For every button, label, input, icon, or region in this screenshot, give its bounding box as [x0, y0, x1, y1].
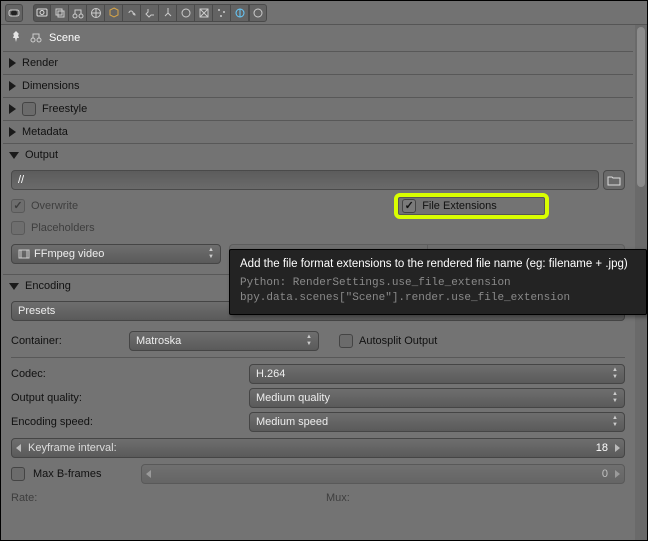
placeholders-label: Placeholders: [31, 222, 95, 234]
scene-tab-icon[interactable]: [69, 4, 87, 22]
autosplit-label: Autosplit Output: [359, 335, 437, 347]
panel-title: Output: [25, 149, 58, 161]
quality-label: Output quality:: [11, 392, 241, 404]
overwrite-checkbox[interactable]: [11, 199, 25, 213]
container-value: Matroska: [136, 335, 181, 347]
scene-icon: [29, 30, 43, 47]
world-tab-icon[interactable]: [87, 4, 105, 22]
grid-tab-icon[interactable]: [249, 4, 267, 22]
keyframe-interval-field[interactable]: Keyframe interval: 18: [11, 438, 625, 458]
object-tab-icon[interactable]: [105, 4, 123, 22]
disclosure-triangle-icon: [9, 58, 16, 68]
panel-header-metadata[interactable]: Metadata: [3, 121, 633, 143]
max-bframes-field[interactable]: 0: [141, 464, 625, 484]
panel-title: Dimensions: [22, 80, 79, 92]
material-tab-icon[interactable]: [177, 4, 195, 22]
panel-title: Render: [22, 57, 58, 69]
tooltip-python-line1: Python: RenderSettings.use_file_extensio…: [240, 276, 636, 291]
file-extensions-label: File Extensions: [422, 200, 497, 212]
particles-tab-icon[interactable]: [213, 4, 231, 22]
file-format-select[interactable]: FFmpeg video: [11, 244, 221, 264]
texture-tab-icon[interactable]: [195, 4, 213, 22]
speed-label: Encoding speed:: [11, 416, 241, 428]
output-path-input[interactable]: //: [11, 170, 599, 190]
panel-dimensions: Dimensions: [3, 74, 633, 97]
container-select[interactable]: Matroska: [129, 331, 319, 351]
panel-header-output[interactable]: Output: [3, 144, 633, 166]
presets-label: Presets: [18, 305, 55, 317]
freestyle-enable-checkbox[interactable]: [22, 102, 36, 116]
tooltip-python-line2: bpy.data.scenes["Scene"].render.use_file…: [240, 291, 636, 306]
quality-select[interactable]: Medium quality: [249, 388, 625, 408]
speed-value: Medium speed: [256, 416, 328, 428]
panel-render: Render: [3, 51, 633, 74]
disclosure-triangle-icon: [9, 283, 19, 290]
codec-select[interactable]: H.264: [249, 364, 625, 384]
container-label: Container:: [11, 335, 121, 347]
panel-freestyle: Freestyle: [3, 97, 633, 120]
constraint-tab-icon[interactable]: [123, 4, 141, 22]
file-browser-button[interactable]: [603, 170, 625, 190]
quality-value: Medium quality: [256, 392, 330, 404]
rate-label: Rate:: [11, 492, 37, 504]
panel-title: Metadata: [22, 126, 68, 138]
folder-icon: [607, 173, 621, 187]
physics-tab-icon[interactable]: [231, 4, 249, 22]
max-bframes-value: 0: [602, 468, 608, 480]
updown-icon: [302, 333, 316, 349]
autosplit-checkbox[interactable]: [339, 334, 353, 348]
panel-metadata: Metadata: [3, 120, 633, 143]
codec-value: H.264: [256, 368, 285, 380]
mux-label: Mux:: [326, 492, 350, 504]
context-tab-bar: [1, 1, 647, 25]
file-format-value: FFmpeg video: [34, 248, 104, 260]
scene-name[interactable]: Scene: [49, 32, 80, 44]
overwrite-label: Overwrite: [31, 200, 78, 212]
disclosure-triangle-icon: [9, 104, 16, 114]
app-window: Scene Render Dimensions Freestyle: [0, 0, 648, 541]
overwrite-checkbox-row: Overwrite: [11, 199, 318, 213]
speed-select[interactable]: Medium speed: [249, 412, 625, 432]
codec-label: Codec:: [11, 368, 241, 380]
panel-header-freestyle[interactable]: Freestyle: [3, 98, 633, 120]
max-bframes-checkbox[interactable]: [11, 467, 25, 481]
layers-tab-icon[interactable]: [51, 4, 69, 22]
disclosure-triangle-icon: [9, 127, 16, 137]
pin-icon[interactable]: [9, 30, 23, 47]
tooltip-description: Add the file format extensions to the re…: [240, 258, 636, 270]
modifier-tab-icon[interactable]: [141, 4, 159, 22]
placeholders-checkbox[interactable]: [11, 221, 25, 235]
record-icon[interactable]: [5, 4, 23, 22]
file-extensions-checkbox[interactable]: [402, 199, 416, 213]
panel-title: Freestyle: [42, 103, 87, 115]
render-tab-icon[interactable]: [33, 4, 51, 22]
file-extensions-highlight: File Extensions: [394, 193, 549, 219]
disclosure-triangle-icon: [9, 81, 16, 91]
keyframe-interval-value: 18: [596, 442, 608, 454]
max-bframes-label: Max B-frames: [33, 468, 133, 480]
panel-header-dimensions[interactable]: Dimensions: [3, 75, 633, 97]
updown-icon: [204, 246, 218, 262]
context-path: Scene: [3, 25, 633, 51]
updown-icon: [608, 390, 622, 406]
keyframe-interval-label: Keyframe interval:: [28, 442, 596, 454]
video-icon: [18, 248, 30, 260]
placeholders-checkbox-row: Placeholders: [11, 221, 318, 235]
disclosure-triangle-icon: [9, 152, 19, 159]
tooltip-file-extensions: Add the file format extensions to the re…: [229, 249, 647, 315]
updown-icon: [608, 414, 622, 430]
panel-title: Encoding: [25, 280, 71, 292]
data-tab-icon[interactable]: [159, 4, 177, 22]
panel-header-render[interactable]: Render: [3, 52, 633, 74]
updown-icon: [608, 366, 622, 382]
